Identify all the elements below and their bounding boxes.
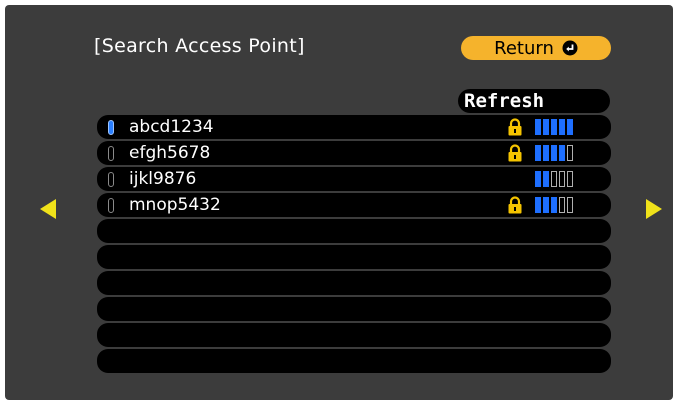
refresh-button-label: Refresh: [464, 90, 545, 112]
signal-bar: [543, 171, 549, 187]
signal-bar: [535, 171, 541, 187]
previous-page-arrow-icon[interactable]: [40, 199, 56, 219]
selection-indicator: [108, 172, 114, 187]
signal-bar: [567, 119, 573, 135]
next-page-arrow-icon[interactable]: [646, 199, 662, 219]
empty-list-row: [97, 219, 611, 243]
access-point-ssid: mnop5432: [129, 195, 221, 215]
projector-screen: [Search Access Point] Return Refresh abc…: [5, 5, 673, 400]
padlock-icon: [507, 144, 523, 162]
empty-list-row: [97, 349, 611, 373]
signal-bar: [543, 145, 549, 161]
signal-strength-icon: [535, 145, 573, 161]
empty-list-row: [97, 271, 611, 295]
signal-bar: [551, 145, 557, 161]
signal-bar: [543, 119, 549, 135]
access-point-ssid: efgh5678: [129, 143, 211, 163]
access-point-row[interactable]: abcd1234: [97, 115, 611, 139]
return-button[interactable]: Return: [461, 36, 611, 60]
access-point-row[interactable]: efgh5678: [97, 141, 611, 165]
signal-bar: [551, 197, 557, 213]
selection-indicator: [108, 120, 114, 135]
return-arrow-circle-icon: [562, 40, 578, 56]
empty-list-row: [97, 297, 611, 321]
signal-bar: [535, 145, 541, 161]
access-point-list: abcd1234 efgh5678 ijkl9876 mnop5432: [97, 115, 611, 375]
empty-list-row: [97, 323, 611, 347]
signal-strength-icon: [535, 197, 573, 213]
selection-indicator: [108, 198, 114, 213]
access-point-ssid: abcd1234: [129, 117, 214, 137]
page-title: [Search Access Point]: [94, 35, 305, 57]
signal-bar: [551, 171, 557, 187]
signal-bar: [535, 119, 541, 135]
signal-bar: [535, 197, 541, 213]
signal-strength-icon: [535, 119, 573, 135]
padlock-icon: [507, 196, 523, 214]
selection-indicator: [108, 146, 114, 161]
signal-bar: [559, 197, 565, 213]
padlock-icon: [507, 118, 523, 136]
signal-bar: [567, 197, 573, 213]
access-point-ssid: ijkl9876: [129, 169, 197, 189]
signal-bar: [551, 119, 557, 135]
refresh-button[interactable]: Refresh: [458, 89, 610, 113]
signal-bar: [559, 171, 565, 187]
signal-bar: [559, 145, 565, 161]
access-point-row[interactable]: ijkl9876: [97, 167, 611, 191]
signal-bar: [567, 145, 573, 161]
access-point-row[interactable]: mnop5432: [97, 193, 611, 217]
signal-bar: [559, 119, 565, 135]
signal-bar: [567, 171, 573, 187]
empty-list-row: [97, 245, 611, 269]
signal-bar: [543, 197, 549, 213]
return-button-label: Return: [494, 37, 554, 59]
signal-strength-icon: [535, 171, 573, 187]
